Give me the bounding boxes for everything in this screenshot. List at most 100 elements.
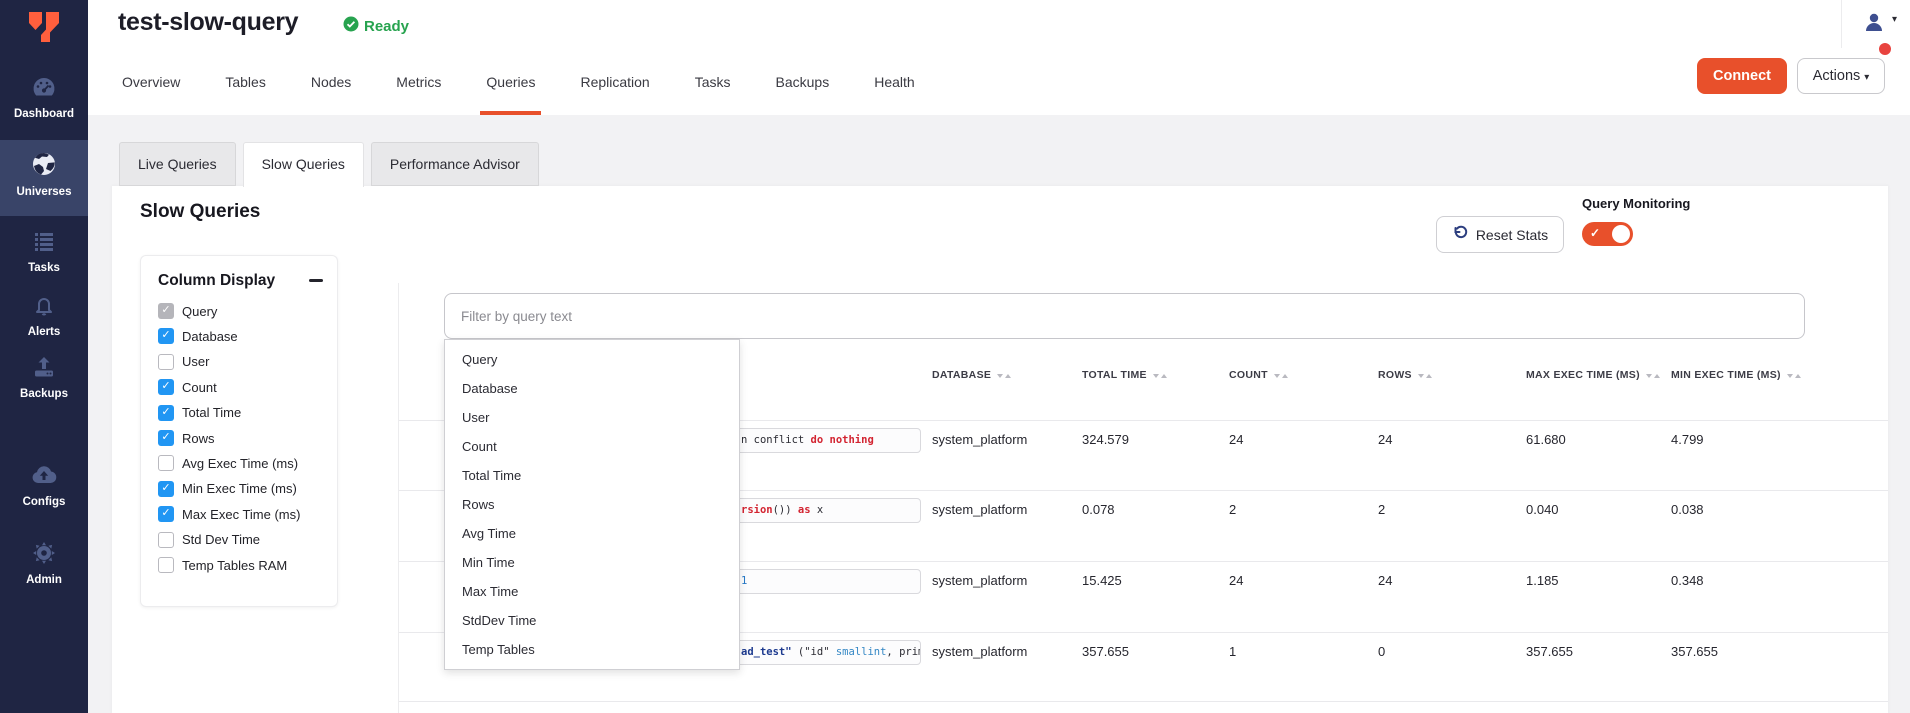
tab-replication[interactable]: Replication [580, 48, 649, 115]
sidebar-item-alerts[interactable]: Alerts [0, 290, 88, 338]
sidebar-item-label: Tasks [0, 262, 88, 274]
sort-arrows-icon[interactable] [1418, 369, 1432, 381]
min-exec-time-cell: 4.799 [1671, 432, 1704, 447]
queries-sub-tab-bar: Live QueriesSlow QueriesPerformance Advi… [119, 142, 539, 187]
max-exec-time-cell: 61.680 [1526, 432, 1566, 447]
count-cell: 24 [1229, 573, 1243, 588]
column-checkbox-label: Temp Tables RAM [182, 558, 287, 573]
collapse-minus-icon[interactable] [309, 279, 323, 282]
sort-arrows-icon[interactable] [997, 369, 1011, 381]
sort-arrows-icon[interactable] [1274, 369, 1288, 381]
min-exec-time-cell: 0.038 [1671, 502, 1704, 517]
page-title: Slow Queries [140, 201, 260, 223]
column-option-max-exec-time-ms: ✓Max Exec Time (ms) [158, 506, 300, 522]
rows-cell: 24 [1378, 573, 1392, 588]
column-checkbox-label: Total Time [182, 405, 241, 420]
rows-cell: 2 [1378, 502, 1385, 517]
sidebar-item-label: Admin [0, 574, 88, 586]
tab-tables[interactable]: Tables [225, 48, 265, 115]
sort-arrows-icon[interactable] [1153, 369, 1167, 381]
query-monitoring-label: Query Monitoring [1582, 196, 1690, 211]
column-checkbox-database[interactable]: ✓ [158, 328, 174, 344]
dropdown-item-max-time[interactable]: Max Time [445, 577, 739, 606]
sidebar-item-dashboard[interactable]: Dashboard [0, 72, 88, 120]
dropdown-item-rows[interactable]: Rows [445, 490, 739, 519]
app-root: Dashboard Universes Tasks Alerts Backups Conf… [0, 0, 1910, 713]
dropdown-item-database[interactable]: Database [445, 374, 739, 403]
tasks-icon [31, 228, 57, 256]
dropdown-item-total-time[interactable]: Total Time [445, 461, 739, 490]
dropdown-item-count[interactable]: Count [445, 432, 739, 461]
actions-button[interactable]: Actions▾ [1797, 58, 1885, 94]
sidebar-item-configs[interactable]: Configs [0, 460, 88, 508]
sort-arrows-icon[interactable] [1646, 369, 1660, 381]
column-display-panel: Column Display ✓Query✓DatabaseUser✓Count… [140, 255, 338, 607]
query-monitoring-toggle[interactable]: ✓ [1582, 222, 1633, 246]
connect-button[interactable]: Connect [1697, 58, 1787, 94]
slow-queries-panel: Slow Queries Reset Stats Query Monitorin… [112, 186, 1888, 713]
yugabyte-logo-icon[interactable] [24, 8, 64, 50]
dropdown-item-stddev-time[interactable]: StdDev Time [445, 606, 739, 635]
rows-cell: 24 [1378, 432, 1392, 447]
dropdown-item-temp-tables[interactable]: Temp Tables [445, 635, 739, 664]
column-checkbox-label: Avg Exec Time (ms) [182, 456, 298, 471]
column-header-min-exec-time-ms[interactable]: MIN EXEC TIME (MS) [1671, 369, 1801, 381]
tab-nodes[interactable]: Nodes [311, 48, 351, 115]
reset-stats-button[interactable]: Reset Stats [1436, 216, 1564, 253]
column-checkbox-avg-exec-time-ms[interactable] [158, 455, 174, 471]
sidebar-item-label: Universes [0, 186, 88, 198]
column-checkbox-std-dev-time[interactable] [158, 532, 174, 548]
column-checkbox-min-exec-time-ms[interactable]: ✓ [158, 481, 174, 497]
tab-overview[interactable]: Overview [122, 48, 180, 115]
column-checkbox-label: Query [182, 304, 217, 319]
column-header-count[interactable]: COUNT [1229, 369, 1288, 381]
column-checkbox-rows[interactable]: ✓ [158, 430, 174, 446]
reset-icon [1452, 225, 1468, 244]
column-checkbox-label: Count [182, 380, 217, 395]
sub-tab-performance-advisor[interactable]: Performance Advisor [371, 142, 539, 186]
column-checkbox-temp-tables-ram[interactable] [158, 557, 174, 573]
dropdown-item-min-time[interactable]: Min Time [445, 548, 739, 577]
column-checkbox-count[interactable]: ✓ [158, 379, 174, 395]
column-header-total-time[interactable]: TOTAL TIME [1082, 369, 1167, 381]
universe-tab-bar: Overview Tables Nodes Metrics Queries Replica… [122, 48, 915, 115]
actions-caret-icon: ▾ [1864, 72, 1869, 83]
sidebar-item-label: Backups [0, 388, 88, 400]
column-checkbox-label: Database [182, 329, 238, 344]
column-checkbox-user[interactable] [158, 354, 174, 370]
column-checkbox-label: User [182, 354, 209, 369]
total-time-cell: 324.579 [1082, 432, 1129, 447]
sort-arrows-icon[interactable] [1787, 369, 1801, 381]
column-checkbox-query[interactable]: ✓ [158, 303, 174, 319]
sidebar-item-universes[interactable]: Universes [0, 140, 88, 216]
column-header-rows[interactable]: ROWS [1378, 369, 1432, 381]
tab-queries[interactable]: Queries [486, 48, 535, 115]
column-option-total-time: ✓ Total Time [158, 405, 241, 421]
database-cell: system_platform [932, 573, 1027, 588]
sidebar-item-admin[interactable]: Admin [0, 538, 88, 586]
sub-tab-live-queries[interactable]: Live Queries [119, 142, 236, 186]
column-option-rows: ✓Rows [158, 430, 215, 446]
column-header-database[interactable]: DATABASE [932, 369, 1011, 381]
column-checkbox-total-time[interactable]: ✓ [158, 405, 174, 421]
column-header-max-exec-time-ms[interactable]: MAX EXEC TIME (MS) [1526, 369, 1660, 381]
tab-backups[interactable]: Backups [776, 48, 830, 115]
tab-metrics[interactable]: Metrics [396, 48, 441, 115]
dropdown-item-user[interactable]: User [445, 403, 739, 432]
tab-tasks[interactable]: Tasks [695, 48, 731, 115]
query-filter-input[interactable] [444, 293, 1805, 339]
min-exec-time-cell: 0.348 [1671, 573, 1704, 588]
column-checkbox-max-exec-time-ms[interactable]: ✓ [158, 506, 174, 522]
dropdown-item-avg-time[interactable]: Avg Time [445, 519, 739, 548]
count-cell: 1 [1229, 644, 1236, 659]
column-option-count: ✓ Count [158, 379, 217, 395]
sidebar-item-tasks[interactable]: Tasks [0, 226, 88, 274]
status-badge: Ready [343, 16, 409, 37]
user-avatar[interactable] [1862, 10, 1886, 39]
tab-health[interactable]: Health [874, 48, 914, 115]
sub-tab-slow-queries[interactable]: Slow Queries [243, 142, 364, 187]
dropdown-item-query[interactable]: Query [445, 345, 739, 374]
user-menu-caret-icon[interactable]: ▾ [1892, 14, 1897, 25]
universes-icon [30, 150, 58, 178]
sidebar-item-backups[interactable]: Backups [0, 352, 88, 400]
